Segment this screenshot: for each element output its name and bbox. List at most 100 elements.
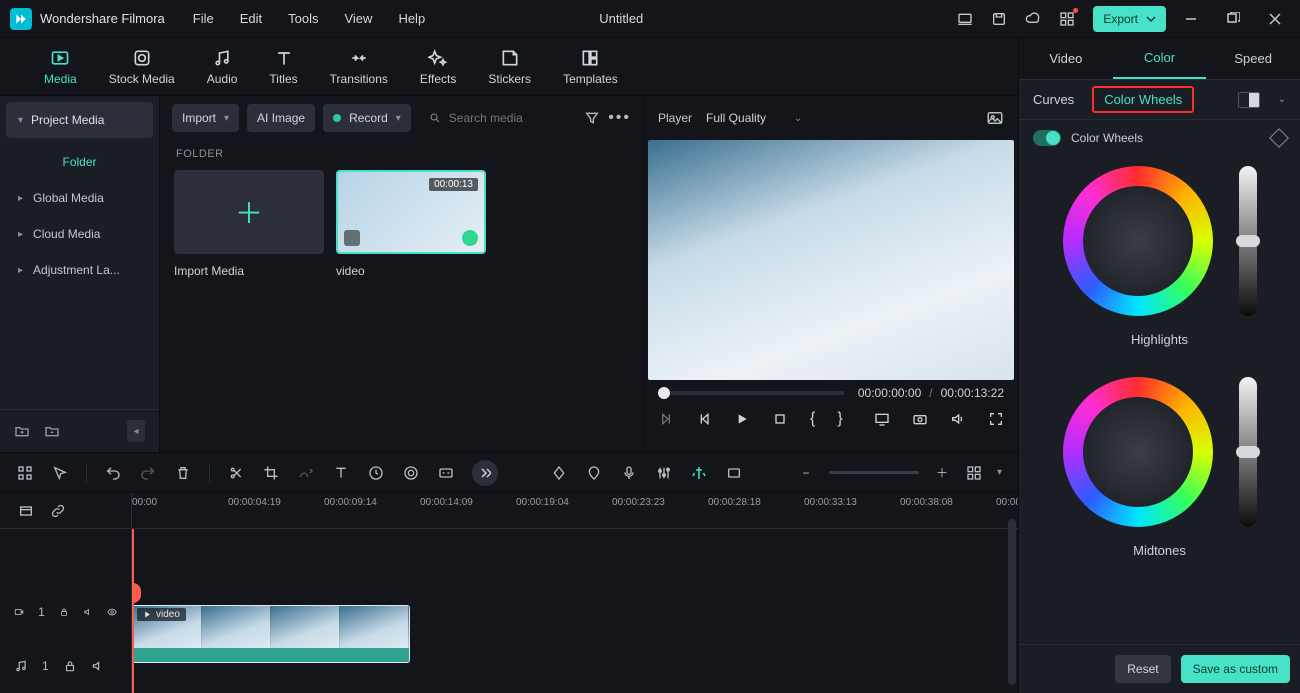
project-media-header[interactable]: ▾ Project Media	[6, 102, 153, 138]
grid-icon[interactable]	[16, 464, 34, 482]
inspector-tab-color[interactable]: Color	[1113, 38, 1207, 79]
chevron-down-icon[interactable]: ▾	[997, 467, 1002, 478]
playhead[interactable]	[132, 529, 134, 693]
subtab-curves[interactable]: Curves	[1033, 92, 1074, 107]
tracks[interactable]: 00:0000:00:04:1900:00:09:1400:00:14:0900…	[132, 493, 1018, 693]
speed-ramp-icon[interactable]	[297, 464, 315, 482]
mark-out-icon[interactable]: }	[837, 410, 842, 428]
mute-icon[interactable]	[83, 605, 93, 619]
highlights-color-wheel[interactable]	[1063, 166, 1213, 316]
keyframe-icon[interactable]	[550, 464, 568, 482]
reset-section-icon[interactable]	[1269, 128, 1289, 148]
timeline-clip[interactable]: video	[132, 605, 410, 663]
voiceover-icon[interactable]	[620, 464, 638, 482]
tab-titles[interactable]: Titles	[269, 48, 297, 86]
scrubber[interactable]	[658, 391, 844, 395]
fullscreen-icon[interactable]	[988, 411, 1004, 427]
reset-button[interactable]: Reset	[1115, 655, 1170, 683]
lock-icon[interactable]	[59, 605, 69, 619]
media-clip-card[interactable]: 00:00:13 video	[336, 170, 486, 278]
zoom-out-icon[interactable]: −	[797, 464, 815, 482]
color-wheels-toggle[interactable]	[1033, 130, 1061, 146]
mark-in-icon[interactable]: {	[810, 410, 815, 428]
prev-frame-icon[interactable]	[658, 411, 674, 427]
new-folder-icon[interactable]	[14, 423, 30, 439]
tab-stickers[interactable]: Stickers	[488, 48, 531, 86]
menu-tools[interactable]: Tools	[288, 11, 318, 26]
view-grid-icon[interactable]	[965, 464, 983, 482]
step-back-icon[interactable]	[696, 411, 712, 427]
search-input[interactable]	[449, 111, 566, 125]
split-icon[interactable]	[227, 464, 245, 482]
zoom-slider[interactable]	[829, 471, 919, 474]
chevron-down-icon[interactable]: ⌄	[1278, 94, 1286, 105]
maximize-icon[interactable]	[1226, 12, 1240, 26]
delete-icon[interactable]	[174, 464, 192, 482]
more-tools-icon[interactable]	[472, 460, 498, 486]
menu-view[interactable]: View	[344, 11, 372, 26]
frame-icon[interactable]	[725, 464, 743, 482]
apps-icon[interactable]	[1059, 11, 1075, 27]
record-button[interactable]: Record▾	[323, 104, 411, 132]
save-icon[interactable]	[991, 11, 1007, 27]
link-icon[interactable]	[50, 503, 66, 519]
lock-icon[interactable]	[63, 659, 77, 673]
camera-icon[interactable]	[912, 411, 928, 427]
subtab-color-wheels[interactable]: Color Wheels	[1092, 86, 1194, 113]
compare-icon[interactable]	[1238, 92, 1260, 108]
visibility-icon[interactable]	[107, 605, 117, 619]
crop-icon[interactable]	[262, 464, 280, 482]
color-icon[interactable]	[402, 464, 420, 482]
collapse-panel-button[interactable]: ◂	[127, 420, 145, 442]
inspector-tab-video[interactable]: Video	[1019, 38, 1113, 79]
sidebar-folder[interactable]: Folder	[0, 144, 159, 180]
save-custom-button[interactable]: Save as custom	[1181, 655, 1290, 683]
caption-icon[interactable]	[437, 464, 455, 482]
menu-help[interactable]: Help	[398, 11, 425, 26]
close-icon[interactable]	[1268, 12, 1282, 26]
ai-image-button[interactable]: AI Image	[247, 104, 315, 132]
quality-dropdown[interactable]: Full Quality ⌄	[706, 111, 802, 125]
import-media-card[interactable]: ＋ Import Media	[174, 170, 324, 278]
text-icon[interactable]	[332, 464, 350, 482]
pointer-icon[interactable]	[51, 464, 69, 482]
import-button[interactable]: Import▾	[172, 104, 239, 132]
undo-icon[interactable]	[104, 464, 122, 482]
adjust-track-icon[interactable]	[18, 503, 34, 519]
timeline-scrollbar[interactable]	[1008, 519, 1016, 685]
tab-media[interactable]: Media	[44, 48, 77, 86]
mute-icon[interactable]	[91, 659, 105, 673]
snapshot-icon[interactable]	[986, 109, 1004, 127]
timeline-ruler[interactable]: 00:0000:00:04:1900:00:09:1400:00:14:0900…	[132, 493, 1018, 529]
audio-mixer-icon[interactable]	[655, 464, 673, 482]
menu-edit[interactable]: Edit	[240, 11, 262, 26]
audio-track-header[interactable]: 1	[0, 639, 131, 693]
preview-video[interactable]	[648, 140, 1014, 380]
filter-icon[interactable]	[584, 110, 600, 126]
tab-stock[interactable]: Stock Media	[109, 48, 175, 86]
marker-icon[interactable]	[585, 464, 603, 482]
delete-folder-icon[interactable]	[44, 423, 60, 439]
more-icon[interactable]: •••	[608, 109, 631, 127]
device-icon[interactable]	[957, 11, 973, 27]
display-icon[interactable]	[874, 411, 890, 427]
inspector-tab-speed[interactable]: Speed	[1206, 38, 1300, 79]
highlights-brightness-slider[interactable]	[1239, 166, 1257, 316]
volume-icon[interactable]	[950, 411, 966, 427]
video-track-header[interactable]: 1	[0, 585, 131, 639]
magnetic-icon[interactable]	[690, 464, 708, 482]
stop-icon[interactable]	[772, 411, 788, 427]
cloud-icon[interactable]	[1025, 11, 1041, 27]
export-button[interactable]: Export	[1093, 6, 1166, 32]
midtones-color-wheel[interactable]	[1063, 377, 1213, 527]
sidebar-global-media[interactable]: ▸Global Media	[0, 180, 159, 216]
tab-audio[interactable]: Audio	[207, 48, 238, 86]
menu-file[interactable]: File	[193, 11, 214, 26]
sidebar-adjustment-layer[interactable]: ▸Adjustment La...	[0, 252, 159, 288]
tab-effects[interactable]: Effects	[420, 48, 456, 86]
tab-templates[interactable]: Templates	[563, 48, 618, 86]
zoom-in-icon[interactable]: ＋	[933, 464, 951, 482]
redo-icon[interactable]	[139, 464, 157, 482]
search-media[interactable]	[419, 111, 576, 125]
tab-transitions[interactable]: Transitions	[330, 48, 388, 86]
